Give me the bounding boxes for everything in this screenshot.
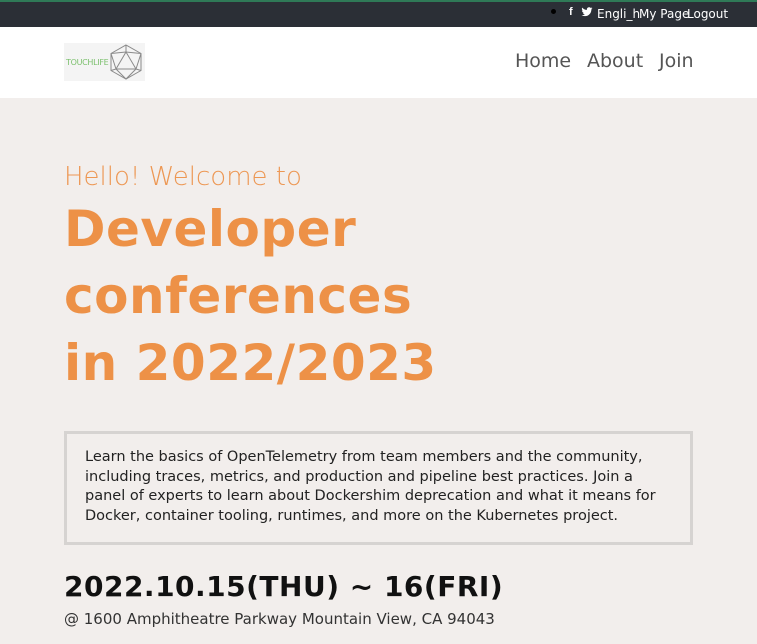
logo-text: TOUCHLIFE (66, 58, 109, 67)
hero-title-line-2: conferences (64, 267, 413, 325)
nav-about-link[interactable]: About (587, 50, 643, 72)
description-box: Learn the basics of OpenTelemetry from t… (64, 431, 693, 545)
facebook-icon[interactable]: f (569, 6, 573, 18)
event-date: 2022.10.15(THU) ~ 16(FRI) (64, 570, 504, 603)
nav-join-link[interactable]: Join (659, 50, 694, 72)
logout-link[interactable]: Logout (687, 7, 728, 21)
utility-bar: f Engli_h My Page Logout (0, 2, 757, 27)
twitter-icon[interactable] (581, 6, 593, 18)
my-page-link[interactable]: My Page (639, 7, 689, 21)
nav-home-link[interactable]: Home (515, 50, 571, 72)
hero-greeting: Hello! Welcome to (64, 162, 302, 192)
event-location: @ 1600 Amphitheatre Parkway Mountain Vie… (64, 610, 495, 628)
site-logo[interactable]: TOUCHLIFE (64, 43, 145, 81)
bullet-dot (551, 9, 556, 14)
icosahedron-logo-icon (110, 44, 142, 80)
main-navbar: TOUCHLIFE Home About Join (0, 27, 757, 98)
hero-title-line-3: in 2022/2023 (64, 334, 437, 392)
language-link[interactable]: Engli_h (597, 7, 640, 21)
hero-title-line-1: Developer (64, 200, 357, 258)
hero-title: Developer conferences in 2022/2023 (64, 196, 437, 397)
